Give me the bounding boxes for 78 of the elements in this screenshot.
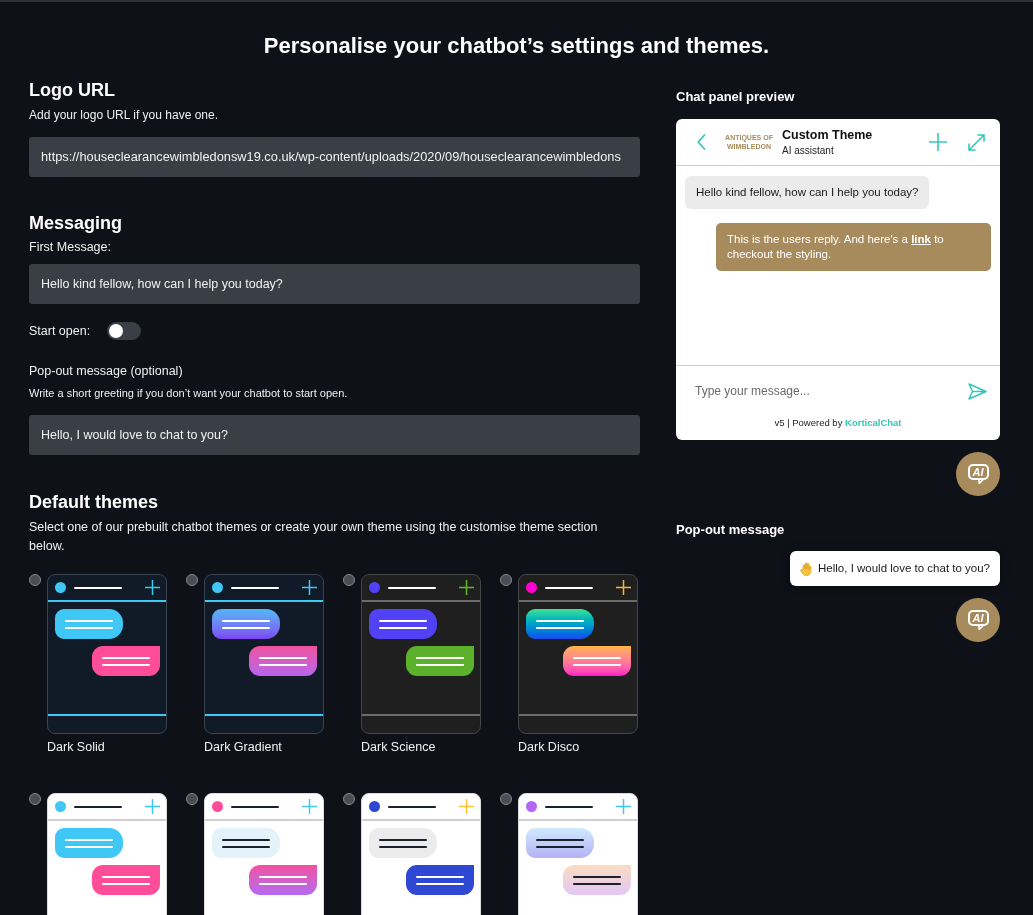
powered-by-footer: v5 | Powered by KorticalChat [676,416,1000,434]
plus-icon [459,580,474,595]
section-heading: Logo URL [29,79,116,102]
theme-name: Dark Science [361,739,437,756]
user-bubble-drawing [406,865,474,895]
plus-icon [616,799,631,814]
theme-name: Dark Disco [518,739,581,756]
bot-bubble-drawing [526,828,594,858]
theme-preview-card[interactable] [361,574,481,734]
title-bar-drawing [545,586,593,589]
bot-bubble-drawing [526,609,594,639]
message-link[interactable]: link [911,233,931,245]
user-bubble-drawing [92,646,160,676]
theme-radio[interactable] [343,574,355,586]
bot-bubble-drawing [369,828,437,858]
bot-bubble-drawing [212,828,280,858]
section-description: Add your logo URL if you have one. [29,107,219,123]
theme-radio[interactable] [500,793,512,805]
preview-heading: Chat panel preview [676,88,796,106]
plus-icon [302,799,317,814]
title-bar-drawing [231,586,279,589]
field-hint: Write a short greeting if you don’t want your chatbot to start open. [29,386,349,401]
field-label: Pop-out message (optional) [29,363,184,380]
section-description: Select one of our prebuilt chatbot themes or create your own theme using the customise theme section below. [29,519,599,555]
theme-preview-card[interactable] [47,574,167,734]
brand-link[interactable]: KorticalChat [845,417,902,428]
field-label: First Message: [29,239,112,256]
logo-url-field[interactable]: https://houseclearancewimbledonsw19.co.uk/wp-content/uploads/2020/09/houseclearancewimbledons [29,137,640,177]
theme-radio[interactable] [186,574,198,586]
popout-message-text: Hello, I would love to chat to you? [818,561,990,576]
bot-bubble-drawing [55,609,123,639]
plus-icon [145,799,160,814]
user-message-bubble: This is the users reply. And here's a link to checkout the styling. [716,223,991,271]
plus-icon [459,799,474,814]
user-bubble-drawing [249,646,317,676]
theme-radio[interactable] [343,793,355,805]
chat-title: Custom Theme [782,127,873,143]
theme-preview-card[interactable] [518,574,638,734]
bot-bubble-drawing [212,609,280,639]
preview-heading: Pop-out message [676,521,786,539]
theme-preview-card[interactable] [204,574,324,734]
field-label: Start open: [29,323,91,340]
speech-bubble-tail-icon [978,625,984,630]
message-input-field[interactable]: Type your message... [695,379,960,403]
bot-message-bubble: Hello kind fellow, how can I help you today? [685,176,930,209]
plus-icon [145,580,160,595]
title-bar-drawing [545,805,593,808]
theme-radio[interactable] [500,574,512,586]
first-message-field[interactable]: Hello kind fellow, how can I help you today? [29,264,640,304]
theme-radio[interactable] [186,793,198,805]
section-heading: Default themes [29,491,160,514]
chat-launcher-button[interactable]: AI [956,598,1000,642]
speech-bubble-tail-icon [978,479,984,484]
user-bubble-drawing [92,865,160,895]
chat-launcher-button[interactable]: AI [956,452,1000,496]
title-bar-drawing [388,805,436,808]
title-bar-drawing [231,805,279,808]
plus-icon [616,580,631,595]
waving-hand-icon [800,561,815,576]
title-bar-drawing [74,805,122,808]
start-open-toggle[interactable] [107,322,142,340]
page-title: Personalise your chatbot’s settings and themes. [262,32,771,60]
theme-radio[interactable] [29,793,41,805]
theme-radio[interactable] [29,574,41,586]
theme-name: Dark Gradient [204,739,283,756]
title-bar-drawing [388,586,436,589]
plus-icon [302,580,317,595]
title-bar-drawing [74,586,122,589]
bot-bubble-drawing [369,609,437,639]
popout-message-field[interactable]: Hello, I would love to chat to you? [29,415,640,455]
user-bubble-drawing [406,646,474,676]
section-heading: Messaging [29,212,124,235]
bot-bubble-drawing [55,828,123,858]
user-bubble-drawing [563,646,631,676]
chat-subtitle: AI assistant [782,144,835,157]
user-bubble-drawing [563,865,631,895]
theme-name: Dark Solid [47,739,106,756]
user-bubble-drawing [249,865,317,895]
